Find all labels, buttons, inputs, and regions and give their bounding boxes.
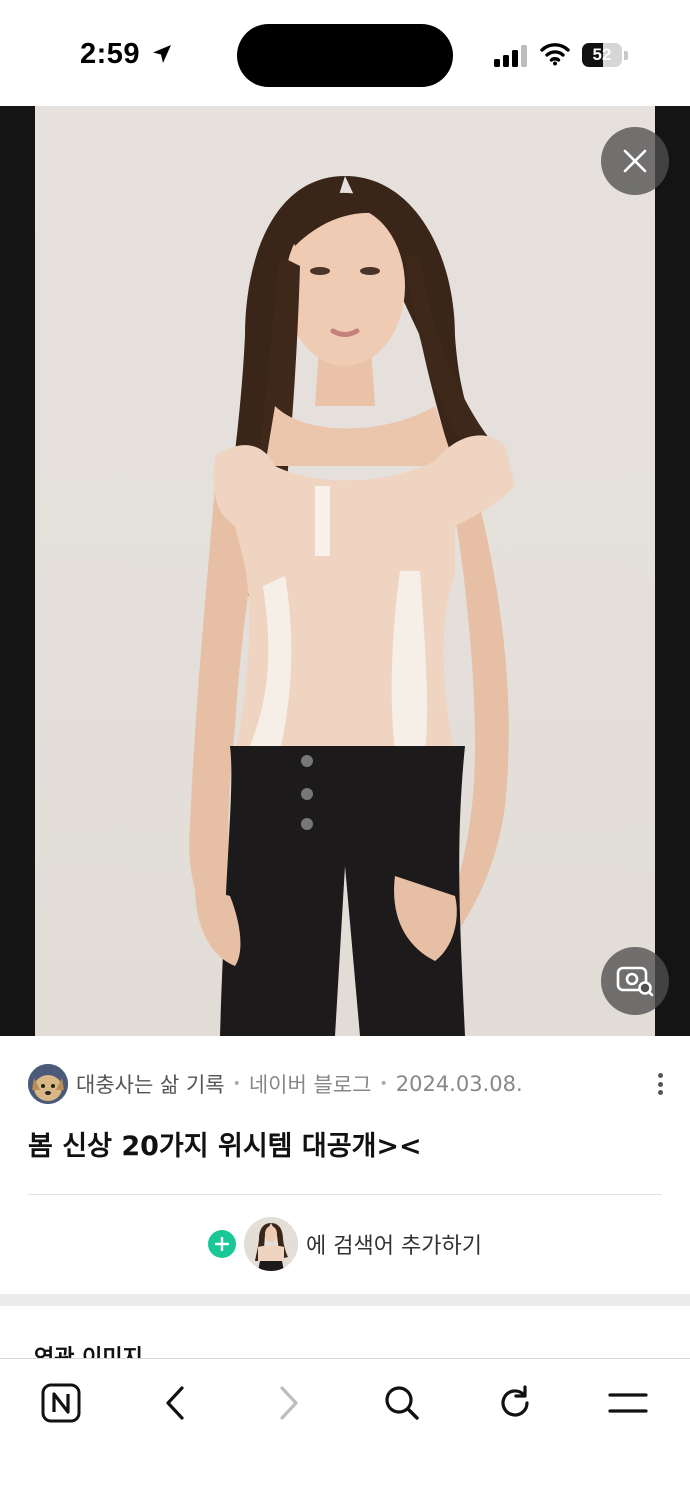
plus-icon — [208, 1230, 237, 1258]
source-avatar[interactable] — [28, 1064, 68, 1104]
search-icon — [385, 1386, 419, 1420]
bottom-toolbar — [0, 1358, 690, 1500]
dog-avatar-icon — [28, 1064, 68, 1104]
more-dot — [657, 1081, 663, 1087]
dynamic-island — [237, 24, 453, 87]
close-icon — [623, 149, 647, 173]
source-row[interactable]: 대충사는 삶 기록 • 네이버 블로그 • 2024.03.08. — [28, 1064, 668, 1104]
image-search-button[interactable] — [601, 947, 669, 1015]
image-search-icon — [616, 966, 654, 997]
related-images-title: 연관 이미지 — [34, 1346, 143, 1360]
fashion-photo[interactable] — [35, 106, 655, 1036]
back-button[interactable] — [147, 1379, 203, 1427]
more-dot — [657, 1090, 663, 1095]
image-viewer — [0, 106, 690, 1036]
divider — [28, 1194, 662, 1195]
add-search-term-button[interactable]: 에 검색어 추가하기 — [0, 1216, 690, 1272]
more-options-button[interactable] — [652, 1066, 668, 1102]
source-site[interactable]: 네이버 블로그 — [249, 1069, 372, 1099]
forward-icon — [280, 1386, 298, 1420]
reload-button[interactable] — [487, 1379, 543, 1427]
separator: • — [232, 1076, 241, 1092]
search-button[interactable] — [374, 1379, 430, 1427]
naver-home-icon — [41, 1383, 81, 1423]
cellular-signal-icon — [494, 45, 527, 67]
back-icon — [166, 1386, 184, 1420]
separator: • — [379, 1076, 388, 1092]
source-name[interactable]: 대충사는 삶 기록 — [76, 1069, 225, 1099]
add-search-term-label: 에 검색어 추가하기 — [306, 1234, 482, 1259]
model-photo-illustration — [189, 176, 516, 1036]
status-time: 2:59 — [80, 38, 141, 70]
close-button[interactable] — [601, 127, 669, 195]
location-arrow-icon — [153, 45, 171, 63]
battery-icon: 52 — [582, 43, 628, 67]
image-thumbnail — [244, 1217, 299, 1271]
naver-home-button[interactable] — [33, 1379, 89, 1427]
image-info-panel: 대충사는 삶 기록 • 네이버 블로그 • 2024.03.08. 봄 신상 2… — [0, 1036, 690, 1294]
reload-icon — [501, 1385, 529, 1417]
wifi-icon — [540, 43, 570, 66]
post-title[interactable]: 봄 신상 20가지 위시템 대공개>< — [28, 1124, 422, 1163]
menu-button[interactable] — [600, 1379, 656, 1427]
battery-percentage: 52 — [592, 45, 612, 64]
status-bar: 2:59 52 — [0, 0, 690, 106]
more-dot — [657, 1073, 663, 1078]
section-separator — [0, 1294, 690, 1306]
menu-icon — [608, 1393, 648, 1413]
source-date: 2024.03.08. — [395, 1072, 523, 1096]
related-images-section: 연관 이미지 — [0, 1306, 690, 1360]
forward-button[interactable] — [261, 1379, 317, 1427]
